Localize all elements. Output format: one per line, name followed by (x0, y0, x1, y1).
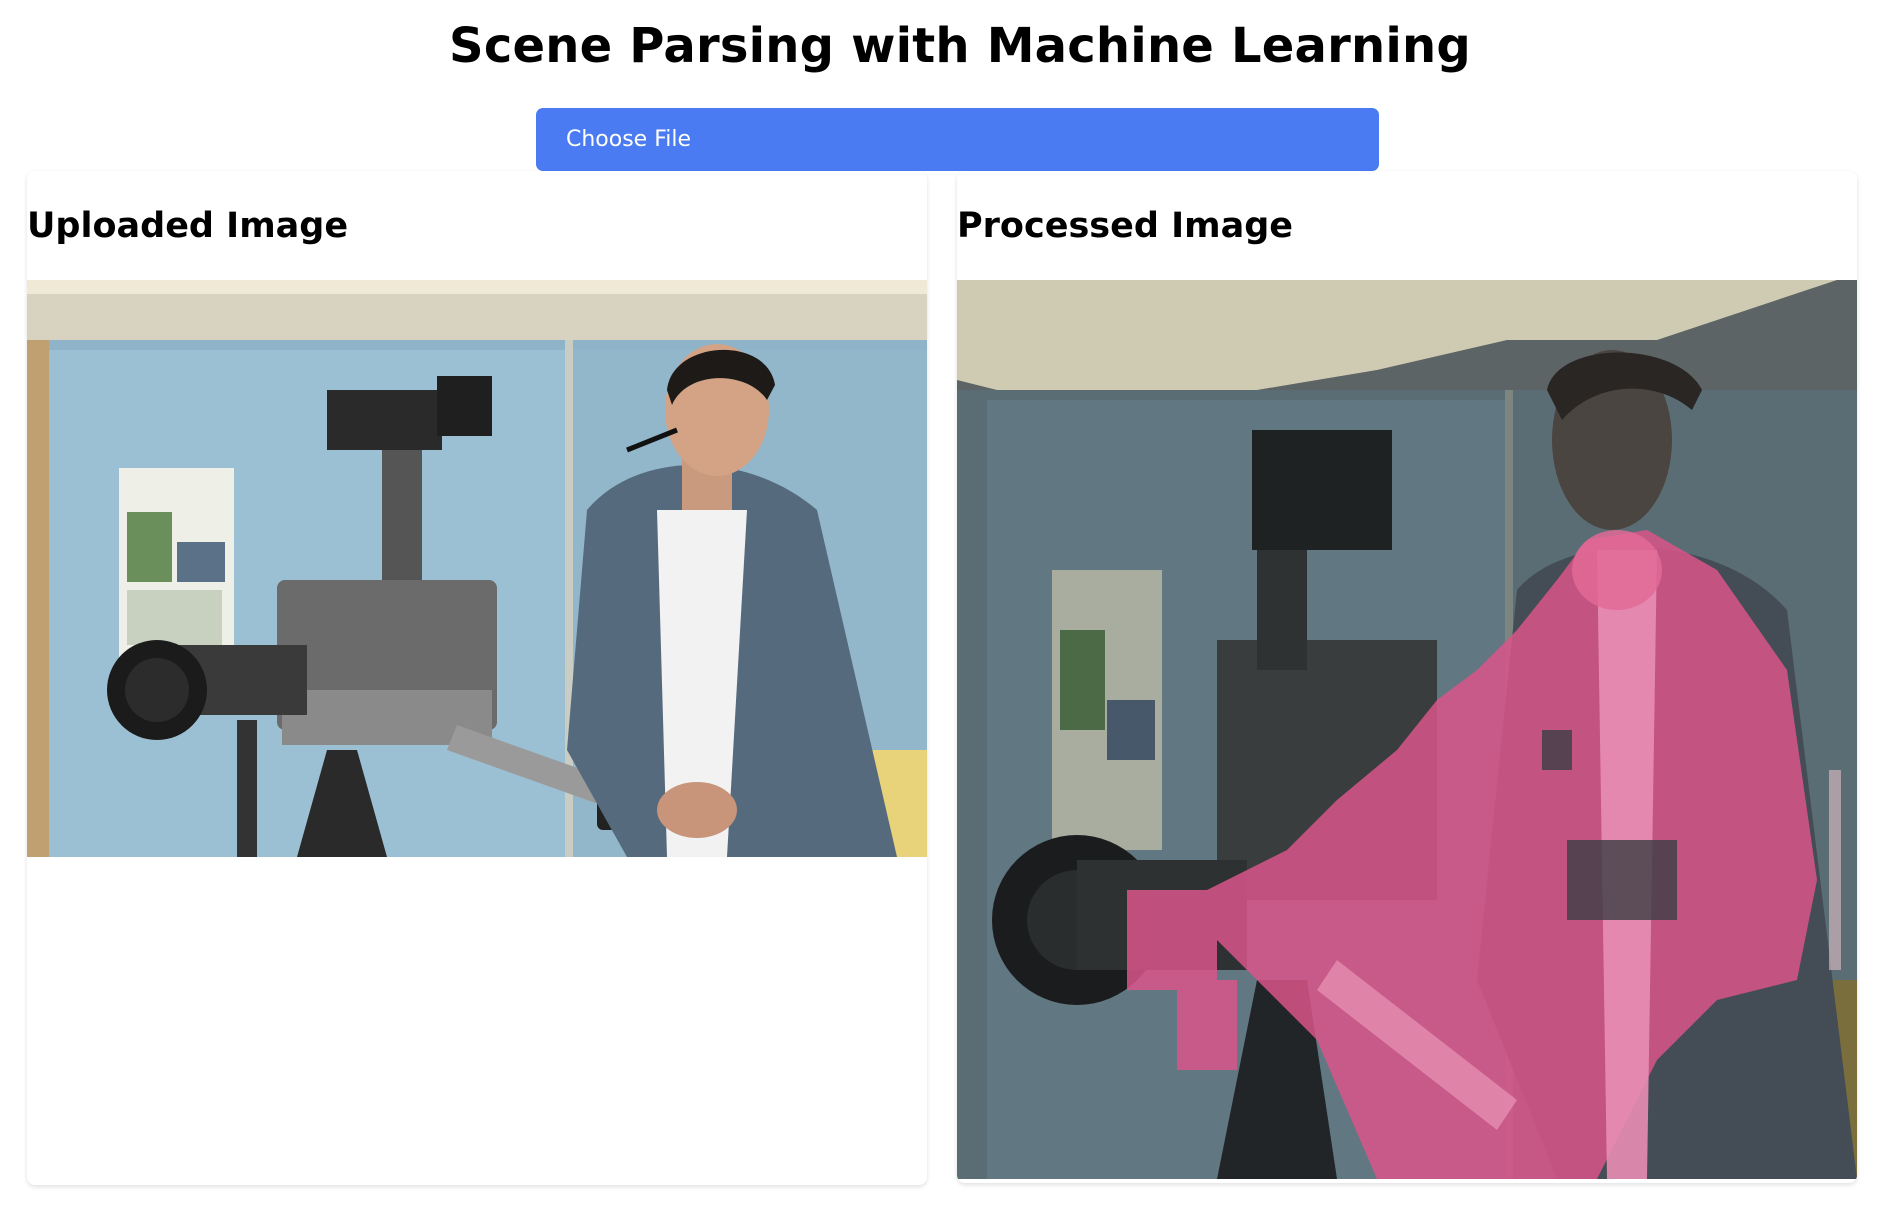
app-page: Scene Parsing with Machine Learning Choo… (0, 0, 1881, 1205)
choose-file-button[interactable]: Choose File (536, 108, 1379, 171)
processed-photo (957, 280, 1857, 1179)
uploaded-image (27, 280, 927, 857)
page-title: Scene Parsing with Machine Learning (449, 18, 1471, 74)
processed-image (957, 280, 1857, 1179)
choose-file-label: Choose File (566, 127, 692, 152)
processed-image-title: Processed Image (957, 206, 1293, 246)
uploaded-image-title: Uploaded Image (27, 206, 349, 246)
uploaded-image-card: Uploaded Image (27, 171, 927, 1185)
processed-image-card: Processed Image (957, 171, 1857, 1183)
uploaded-photo (27, 280, 927, 857)
